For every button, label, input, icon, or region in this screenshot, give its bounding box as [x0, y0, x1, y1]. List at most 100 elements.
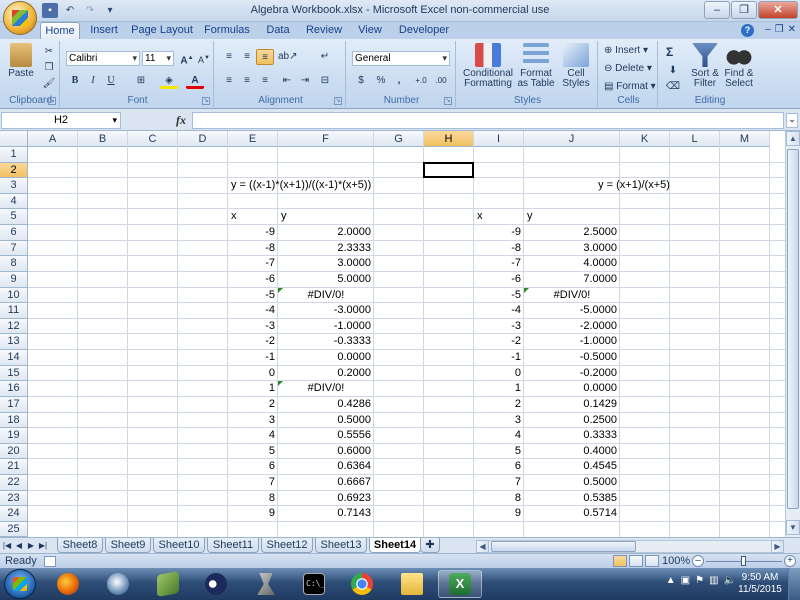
- expand-formula-bar-icon[interactable]: ⌄: [786, 113, 798, 128]
- cell-j22[interactable]: 0.5000: [524, 475, 620, 490]
- cell-f23[interactable]: 0.6923: [278, 491, 374, 506]
- cell-i24[interactable]: 9: [474, 506, 524, 521]
- cell-j14[interactable]: -0.5000: [524, 350, 620, 365]
- row-header-7[interactable]: 7: [0, 240, 28, 257]
- cell-f17[interactable]: 0.4286: [278, 397, 374, 412]
- cell-e6[interactable]: -9: [228, 225, 278, 240]
- cell-j11[interactable]: -5.0000: [524, 303, 620, 318]
- percent-button[interactable]: %: [372, 73, 390, 89]
- cell-f21[interactable]: 0.6364: [278, 459, 374, 474]
- grow-font-icon[interactable]: A▲: [178, 50, 196, 66]
- tab-developer[interactable]: Developer: [396, 22, 452, 39]
- cell-i9[interactable]: -6: [474, 272, 524, 287]
- cell-i15[interactable]: 0: [474, 366, 524, 381]
- cell-j18[interactable]: 0.2500: [524, 413, 620, 428]
- cell-f15[interactable]: 0.2000: [278, 366, 374, 381]
- format-as-table-button[interactable]: Format as Table: [516, 43, 556, 89]
- column-header-d[interactable]: D: [178, 131, 228, 147]
- cut-icon[interactable]: ✂: [40, 44, 58, 60]
- scroll-down-icon[interactable]: ▼: [786, 520, 800, 535]
- borders-icon[interactable]: ⊞: [132, 73, 150, 89]
- taskbar-app-3[interactable]: [146, 570, 190, 598]
- row-header-4[interactable]: 4: [0, 193, 28, 210]
- cell-i16[interactable]: 1: [474, 381, 524, 396]
- scroll-left-icon[interactable]: ◀: [476, 540, 489, 553]
- clipboard-launcher-icon[interactable]: ↘: [48, 97, 56, 105]
- align-left-icon[interactable]: ≡: [220, 73, 238, 89]
- cell-i5[interactable]: x: [474, 209, 524, 224]
- column-header-j[interactable]: J: [524, 131, 620, 147]
- orientation-icon[interactable]: ab↗: [278, 49, 298, 65]
- cell-i21[interactable]: 6: [474, 459, 524, 474]
- merge-center-icon[interactable]: ⊟: [316, 73, 334, 89]
- tab-page-layout[interactable]: Page Layout: [131, 22, 193, 39]
- first-sheet-icon[interactable]: |◀: [2, 539, 12, 552]
- vertical-scrollbar[interactable]: ▲ ▼: [785, 131, 800, 537]
- column-header-h[interactable]: H: [424, 131, 474, 147]
- cell-e23[interactable]: 8: [228, 491, 278, 506]
- taskbar-explorer[interactable]: [390, 570, 434, 598]
- cell-j13[interactable]: -1.0000: [524, 334, 620, 349]
- cell-e24[interactable]: 9: [228, 506, 278, 521]
- cell-j23[interactable]: 0.5385: [524, 491, 620, 506]
- cell-e8[interactable]: -7: [228, 256, 278, 271]
- name-box[interactable]: H2: [1, 112, 121, 129]
- cell-e12[interactable]: -3: [228, 319, 278, 334]
- decrease-indent-icon[interactable]: ⇤: [278, 73, 296, 89]
- align-middle-icon[interactable]: ≡: [238, 49, 256, 65]
- align-bottom-icon[interactable]: ≡: [256, 49, 274, 65]
- row-header-15[interactable]: 15: [0, 365, 28, 382]
- scroll-up-icon[interactable]: ▲: [786, 131, 800, 146]
- clear-icon[interactable]: ⌫: [664, 79, 682, 95]
- cell-i18[interactable]: 3: [474, 413, 524, 428]
- start-button[interactable]: [4, 569, 36, 599]
- row-header-10[interactable]: 10: [0, 287, 28, 304]
- taskbar-chrome[interactable]: [340, 570, 384, 598]
- row-header-19[interactable]: 19: [0, 428, 28, 444]
- row-header-13[interactable]: 13: [0, 334, 28, 351]
- cell-f20[interactable]: 0.6000: [278, 444, 374, 459]
- cell-i7[interactable]: -8: [474, 241, 524, 256]
- cell-styles-button[interactable]: Cell Styles: [558, 43, 594, 89]
- cell-j8[interactable]: 4.0000: [524, 256, 620, 271]
- column-header-k[interactable]: K: [620, 131, 670, 147]
- row-header-5[interactable]: 5: [0, 209, 28, 226]
- zoom-out-button[interactable]: –: [692, 555, 704, 567]
- cell-e22[interactable]: 7: [228, 475, 278, 490]
- underline-button[interactable]: U: [102, 73, 120, 89]
- ribbon-restore-icon[interactable]: ❐: [775, 24, 784, 35]
- cell-j20[interactable]: 0.4000: [524, 444, 620, 459]
- row-header-22[interactable]: 22: [0, 475, 28, 491]
- office-button[interactable]: [3, 1, 37, 35]
- row-header-23[interactable]: 23: [0, 490, 28, 507]
- cell-e10[interactable]: -5: [228, 288, 278, 303]
- cell-i6[interactable]: -9: [474, 225, 524, 240]
- row-header-17[interactable]: 17: [0, 396, 28, 413]
- copy-icon[interactable]: ❐: [40, 60, 58, 76]
- wrap-text-icon[interactable]: ↵: [316, 49, 334, 65]
- cell-f13[interactable]: -0.3333: [278, 334, 374, 349]
- vertical-scroll-thumb[interactable]: [787, 149, 799, 509]
- cell-i8[interactable]: -7: [474, 256, 524, 271]
- font-size-combo[interactable]: 11: [142, 51, 174, 66]
- cell-i17[interactable]: 2: [474, 397, 524, 412]
- row-header-14[interactable]: 14: [0, 350, 28, 366]
- row-header-3[interactable]: 3: [0, 178, 28, 194]
- row-header-21[interactable]: 21: [0, 459, 28, 475]
- taskbar-excel[interactable]: X: [438, 570, 482, 598]
- sheet-tab-sheet10[interactable]: Sheet10: [153, 538, 205, 553]
- cell-i13[interactable]: -2: [474, 334, 524, 349]
- cell-f6[interactable]: 2.0000: [278, 225, 374, 240]
- align-center-icon[interactable]: ≡: [238, 73, 256, 89]
- bold-button[interactable]: B: [66, 73, 84, 89]
- row-header-25[interactable]: 25: [0, 521, 28, 537]
- help-icon[interactable]: ?: [741, 24, 754, 37]
- horizontal-scrollbar[interactable]: ◀ ▶: [476, 540, 784, 553]
- last-sheet-icon[interactable]: ▶|: [38, 539, 48, 552]
- conditional-formatting-button[interactable]: Conditional Formatting: [460, 43, 516, 89]
- cell-i20[interactable]: 5: [474, 444, 524, 459]
- clock[interactable]: 9:50 AM 11/5/2015: [730, 572, 790, 596]
- increase-indent-icon[interactable]: ⇥: [296, 73, 314, 89]
- show-hidden-icons[interactable]: ▲: [666, 575, 676, 586]
- cell-e14[interactable]: -1: [228, 350, 278, 365]
